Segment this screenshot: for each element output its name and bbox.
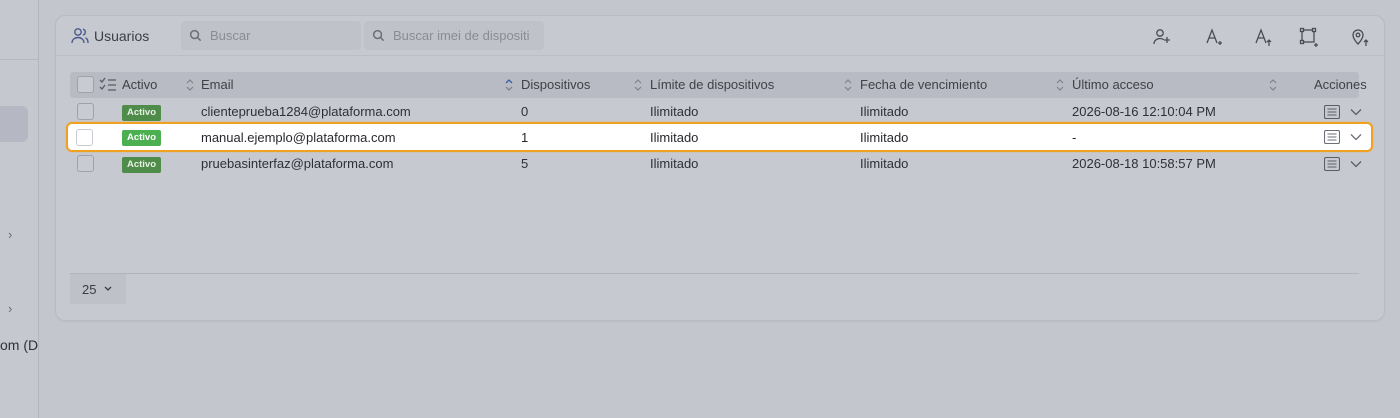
panel-title: Usuarios bbox=[70, 26, 149, 46]
row-checkbox[interactable] bbox=[76, 129, 93, 146]
map-pin-icon[interactable] bbox=[1350, 27, 1370, 47]
search-imei-box[interactable] bbox=[364, 21, 544, 50]
expiry-cell: Ilimitado bbox=[860, 104, 909, 119]
device-limit-cell: Ilimitado bbox=[650, 156, 699, 171]
sidebar-active-item[interactable] bbox=[0, 106, 28, 142]
column-header-actions: Acciones bbox=[1314, 77, 1367, 92]
search-imei-input[interactable] bbox=[393, 28, 533, 43]
panel-header: Usuarios bbox=[56, 16, 1384, 56]
page-title: Usuarios bbox=[94, 28, 150, 44]
sort-ascending-icon[interactable] bbox=[504, 77, 514, 93]
sort-icon[interactable] bbox=[185, 77, 195, 93]
column-header-email[interactable]: Email bbox=[201, 77, 234, 92]
checklist-icon[interactable] bbox=[99, 77, 117, 93]
sidebar-expand-chevron-icon[interactable]: › bbox=[8, 301, 18, 316]
page-size-value: 25 bbox=[82, 281, 97, 297]
row-checkbox[interactable] bbox=[77, 155, 94, 172]
devices-cell: 1 bbox=[521, 130, 529, 145]
sidebar-expand-chevron-icon[interactable]: › bbox=[8, 227, 18, 242]
sort-icon[interactable] bbox=[1268, 77, 1278, 93]
devices-cell: 0 bbox=[521, 104, 529, 119]
status-badge: Activo bbox=[122, 157, 161, 173]
devices-cell: 5 bbox=[521, 156, 529, 171]
table-footer-divider bbox=[70, 273, 1359, 274]
users-panel: Usuarios Activo bbox=[55, 15, 1385, 321]
sidebar-item-label[interactable]: om (D bbox=[0, 337, 38, 353]
crop-area-icon[interactable] bbox=[1299, 27, 1319, 47]
sort-icon[interactable] bbox=[633, 77, 643, 93]
column-header-device-limit[interactable]: Límite de dispositivos bbox=[650, 77, 774, 92]
details-icon[interactable] bbox=[1324, 130, 1340, 144]
table-row-highlighted[interactable]: Activo manual.ejemplo@plataforma.com 1 I… bbox=[66, 122, 1373, 152]
details-icon[interactable] bbox=[1324, 157, 1340, 171]
details-icon[interactable] bbox=[1324, 105, 1340, 119]
table-row[interactable]: Activo pruebasinterfaz@plataforma.com 5 … bbox=[70, 151, 1362, 177]
users-icon bbox=[71, 28, 89, 44]
select-all-checkbox[interactable] bbox=[77, 76, 94, 93]
email-cell: pruebasinterfaz@plataforma.com bbox=[201, 156, 394, 171]
font-sort-icon[interactable] bbox=[1253, 27, 1273, 47]
last-access-cell: 2026-08-18 10:58:57 PM bbox=[1072, 156, 1216, 171]
page-size-select[interactable]: 25 bbox=[70, 274, 126, 304]
chevron-down-icon[interactable] bbox=[1350, 160, 1362, 168]
row-checkbox[interactable] bbox=[77, 103, 94, 120]
column-header-last-access[interactable]: Último acceso bbox=[1072, 77, 1154, 92]
chevron-down-icon[interactable] bbox=[1350, 133, 1362, 141]
email-cell: clienteprueba1284@plataforma.com bbox=[201, 104, 411, 119]
email-cell: manual.ejemplo@plataforma.com bbox=[201, 130, 396, 145]
sidebar-divider bbox=[0, 59, 39, 60]
table-header: Activo Email Dispositivos Límite de disp… bbox=[70, 72, 1367, 98]
search-users-box[interactable] bbox=[181, 21, 361, 50]
status-badge: Activo bbox=[122, 130, 161, 146]
status-badge: Activo bbox=[122, 105, 161, 121]
device-limit-cell: Ilimitado bbox=[650, 104, 699, 119]
search-icon bbox=[372, 29, 385, 42]
device-limit-cell: Ilimitado bbox=[650, 130, 699, 145]
expiry-cell: Ilimitado bbox=[860, 156, 909, 171]
sidebar: › › om (D bbox=[0, 0, 39, 418]
last-access-cell: 2026-08-16 12:10:04 PM bbox=[1072, 104, 1216, 119]
expiry-cell: Ilimitado bbox=[860, 130, 909, 145]
column-header-status[interactable]: Activo bbox=[122, 77, 157, 92]
chevron-down-icon bbox=[105, 286, 112, 291]
add-user-icon[interactable] bbox=[1152, 27, 1172, 47]
column-header-devices[interactable]: Dispositivos bbox=[521, 77, 590, 92]
chevron-down-icon[interactable] bbox=[1350, 108, 1362, 116]
search-users-input[interactable] bbox=[210, 28, 350, 43]
search-icon bbox=[189, 29, 202, 42]
last-access-cell: - bbox=[1072, 130, 1077, 145]
column-header-expiry[interactable]: Fecha de vencimiento bbox=[860, 77, 987, 92]
sort-icon[interactable] bbox=[843, 77, 853, 93]
sort-icon[interactable] bbox=[1055, 77, 1065, 93]
font-increase-icon[interactable] bbox=[1204, 27, 1224, 47]
